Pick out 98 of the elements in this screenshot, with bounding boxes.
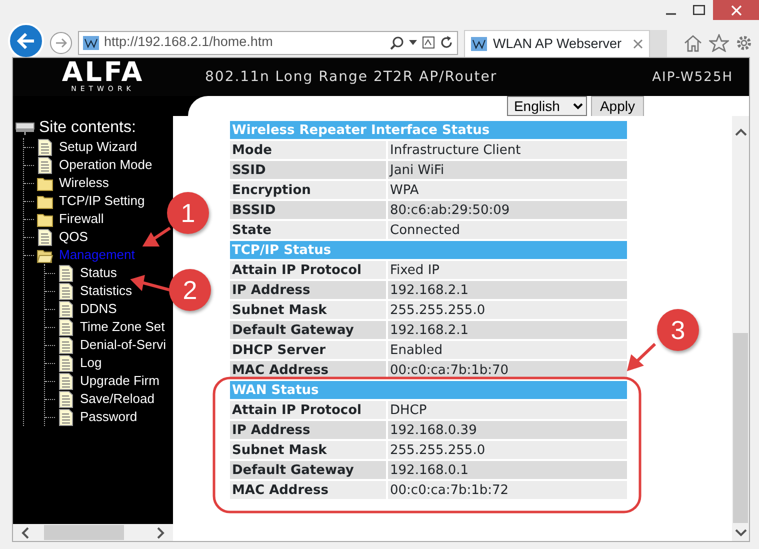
tree-title: Site contents: — [39, 118, 136, 138]
close-icon — [730, 4, 742, 16]
browser-tab[interactable]: WLAN AP Webserver — [464, 30, 650, 57]
field-value: 192.168.2.1 — [388, 281, 627, 299]
tree-item[interactable]: TCP/IP Setting — [59, 191, 145, 211]
field-label: MAC Address — [230, 481, 388, 499]
settings-icon[interactable] — [735, 34, 753, 52]
document-icon — [58, 390, 74, 408]
field-value: 80:c6:ab:29:50:09 — [388, 201, 627, 219]
tree-item[interactable]: Firewall — [59, 209, 104, 229]
field-value: 255.255.255.0 — [388, 301, 627, 319]
document-icon — [37, 156, 53, 174]
field-value: WPA — [388, 181, 627, 199]
star-icon[interactable] — [709, 34, 729, 52]
search-icon[interactable] — [390, 36, 404, 50]
document-icon — [58, 300, 74, 318]
field-label: Subnet Mask — [230, 301, 388, 319]
scroll-down-icon[interactable] — [734, 529, 746, 537]
scrollbar-thumb[interactable] — [44, 525, 124, 540]
document-icon — [37, 228, 53, 246]
field-value: 00:c0:ca:7b:1b:72 — [388, 481, 627, 499]
field-value: DHCP — [388, 401, 627, 419]
compatibility-icon[interactable] — [422, 36, 435, 49]
document-icon — [58, 372, 74, 390]
field-label: State — [230, 221, 388, 239]
field-label: Default Gateway — [230, 461, 388, 479]
field-label: Attain IP Protocol — [230, 401, 388, 419]
tree-item[interactable]: QOS — [59, 227, 88, 247]
scrollbar-thumb[interactable] — [733, 333, 748, 523]
forward-button[interactable] — [50, 32, 72, 54]
network-icon — [15, 121, 35, 135]
document-icon — [58, 318, 74, 336]
field-label: IP Address — [230, 421, 388, 439]
refresh-icon[interactable] — [440, 36, 453, 49]
tree-item[interactable]: Upgrade Firm — [80, 371, 160, 391]
arrow — [142, 226, 171, 246]
scroll-left-icon[interactable] — [21, 526, 29, 538]
tree-item[interactable]: Password — [80, 407, 138, 427]
field-value: Fixed IP — [388, 261, 627, 279]
tree-item[interactable]: Operation Mode — [59, 155, 152, 175]
field-label: BSSID — [230, 201, 388, 219]
document-icon — [58, 408, 74, 426]
tree-item[interactable]: Status — [80, 263, 117, 283]
section-header: Wireless Repeater Interface Status — [230, 121, 627, 139]
tree-item[interactable]: Statistics — [80, 281, 132, 301]
tree-item[interactable]: Denial-of-Servi — [80, 335, 166, 355]
field-value: 255.255.255.0 — [388, 441, 627, 459]
forward-arrow-icon — [55, 38, 67, 48]
field-label: IP Address — [230, 281, 388, 299]
close-icon[interactable] — [633, 39, 643, 49]
logo: ALFA — [62, 61, 144, 85]
address-bar[interactable]: http://192.168.2.1/home.htm — [78, 30, 458, 54]
language-select[interactable]: English — [506, 96, 587, 116]
home-icon[interactable] — [683, 34, 703, 52]
field-label: DHCP Server — [230, 341, 388, 359]
arrow — [130, 274, 170, 292]
maximize-icon — [693, 5, 705, 15]
caret-icon[interactable] — [409, 40, 417, 45]
scroll-up-icon[interactable] — [734, 128, 746, 136]
tree-item[interactable]: Time Zone Set — [80, 317, 165, 337]
product-title: 802.11n Long Range 2T2R AP/Router — [205, 69, 498, 85]
field-label: Attain IP Protocol — [230, 261, 388, 279]
field-label: Subnet Mask — [230, 441, 388, 459]
minimize-icon — [666, 13, 676, 15]
apply-button[interactable]: Apply — [590, 96, 644, 117]
arrow — [626, 342, 656, 372]
section-header: WAN Status — [230, 381, 627, 399]
tree-item[interactable]: Wireless — [59, 173, 109, 193]
document-icon — [58, 264, 74, 282]
field-value: Enabled — [388, 341, 627, 359]
close-button[interactable] — [713, 0, 759, 20]
back-button[interactable] — [8, 22, 44, 58]
field-value: Infrastructure Client — [388, 141, 627, 159]
back-arrow-icon — [17, 32, 35, 48]
document-icon — [58, 282, 74, 300]
document-icon — [58, 336, 74, 354]
field-value: Jani WiFi — [388, 161, 627, 179]
field-value: 192.168.2.1 — [388, 321, 627, 339]
tree-item[interactable]: DDNS — [80, 299, 117, 319]
scroll-right-icon[interactable] — [157, 526, 165, 538]
tree-item[interactable]: Save/Reload — [80, 389, 154, 409]
field-label: Default Gateway — [230, 321, 388, 339]
section-header: TCP/IP Status — [230, 241, 627, 259]
field-value: 192.168.0.1 — [388, 461, 627, 479]
vertical-scrollbar[interactable] — [732, 116, 749, 541]
document-icon — [58, 354, 74, 372]
document-icon — [37, 138, 53, 156]
field-label: SSID — [230, 161, 388, 179]
tree-item[interactable]: Log — [80, 353, 102, 373]
field-value: Connected — [388, 221, 627, 239]
field-label: Mode — [230, 141, 388, 159]
horizontal-scrollbar[interactable] — [13, 524, 173, 541]
field-label: Encryption — [230, 181, 388, 199]
site-icon — [471, 37, 487, 51]
site-icon — [83, 36, 99, 50]
tree-item[interactable]: Setup Wizard — [59, 137, 138, 157]
field-value: 192.168.0.39 — [388, 421, 627, 439]
model-name: AIP-W525H — [652, 70, 733, 84]
